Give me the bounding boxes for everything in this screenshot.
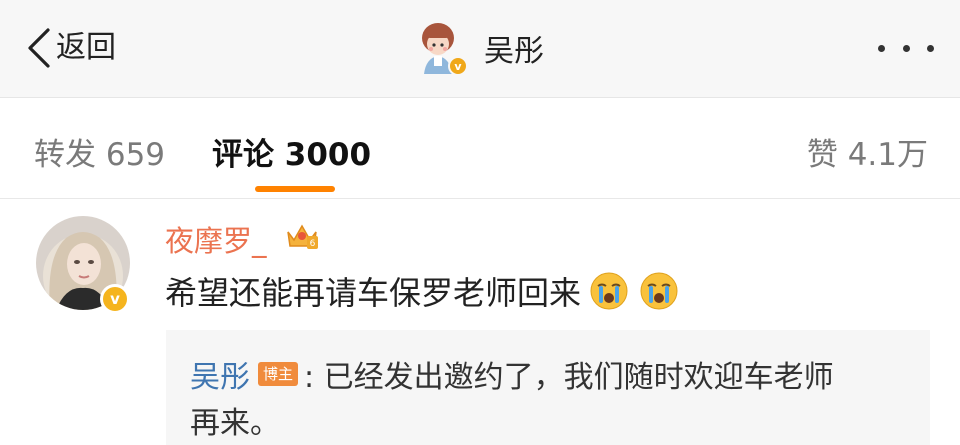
page-title: 吴彤 [484, 34, 544, 69]
top-nav-bar: 返回 v 吴彤 [0, 0, 960, 98]
reply-text: : 已经发出邀约了，我们随时欢迎车老师 [304, 360, 834, 395]
comment-item: v 夜摩罗_ 6 希望还能再请车保罗老师回来 吴彤 博主: 已经发出邀约了，我… [0, 200, 960, 445]
comment-username[interactable]: 夜摩罗_ [165, 218, 267, 260]
verified-badge-icon: v [100, 284, 130, 314]
comment-body: 希望还能再请车保罗老师回来 [165, 274, 582, 312]
author-tag-badge: 博主 [258, 362, 299, 386]
tab-bar: 转发 659 评论 3000 赞 4.1万 [0, 99, 960, 199]
crying-face-icon [640, 272, 678, 310]
weibo-comments-page: 返回 v 吴彤 转发 659 评论 3000 赞 4.1万 v 夜摩罗_ 6 希… [0, 0, 960, 445]
dot-icon [878, 44, 885, 52]
svg-text:6: 6 [310, 239, 316, 249]
tab-likes[interactable]: 赞 4.1万 [807, 129, 928, 174]
back-label: 返回 [56, 30, 116, 65]
back-button[interactable]: 返回 [26, 26, 116, 70]
crying-face-icon [590, 272, 628, 310]
tab-reposts[interactable]: 转发 659 [34, 129, 165, 174]
active-tab-indicator [255, 186, 335, 192]
reply-author[interactable]: 吴彤 [190, 352, 250, 396]
verified-badge-icon: v [448, 56, 468, 76]
reply-text-continued: 再来。 [190, 406, 280, 441]
nav-title-group[interactable]: v 吴彤 [414, 17, 544, 79]
profile-avatar-small[interactable]: v [414, 18, 468, 78]
chevron-left-icon [28, 28, 50, 68]
comment-text: 希望还能再请车保罗老师回来 [165, 268, 679, 314]
reply-box[interactable]: 吴彤 博主 : 已经发出邀约了，我们随时欢迎车老师 再来。 [166, 330, 930, 445]
tab-comments[interactable]: 评论 3000 [212, 129, 371, 174]
reply-line: 吴彤 博主 : 已经发出邀约了，我们随时欢迎车老师 [190, 352, 834, 396]
dot-icon [902, 44, 910, 52]
dot-icon [927, 44, 934, 52]
more-options-button[interactable] [878, 38, 934, 58]
vip-crown-icon: 6 [287, 224, 318, 249]
